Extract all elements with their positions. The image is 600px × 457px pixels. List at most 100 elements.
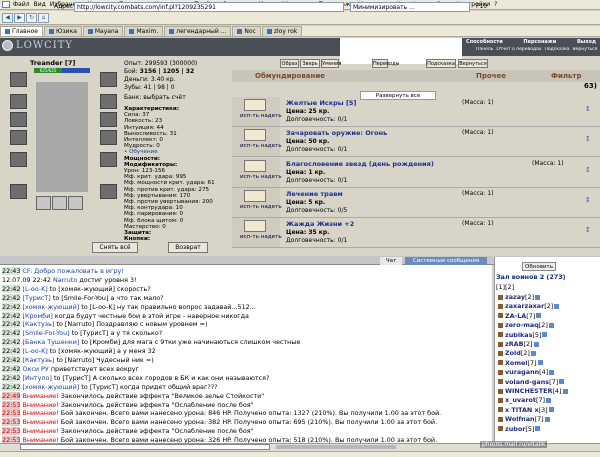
- browser-tab[interactable]: Главное: [0, 26, 43, 36]
- scroll-arrow-icon[interactable]: ↕: [585, 226, 591, 234]
- remove-all-button[interactable]: Снять всё: [92, 242, 138, 253]
- item-name[interactable]: Жажда Жизни +2: [286, 220, 354, 228]
- scroll-arrow-icon[interactable]: ↕: [585, 196, 591, 204]
- room-pages[interactable]: [1][2]: [496, 283, 514, 291]
- user-name[interactable]: x_uvarot: [505, 396, 536, 404]
- chat-timestamp[interactable]: 22:42: [2, 382, 21, 391]
- forward-icon[interactable]: ▶: [14, 13, 25, 23]
- user-name[interactable]: WINCHESTER: [505, 387, 552, 395]
- chat-timestamp[interactable]: 22:53: [2, 418, 21, 427]
- subnav-transfers[interactable]: Отчет о переводах: [496, 47, 541, 55]
- chat-timestamp[interactable]: 22:42: [2, 356, 21, 364]
- user-name[interactable]: zRAB: [505, 340, 523, 348]
- chat-timestamp[interactable]: 22:42: [2, 329, 21, 338]
- tab-system-messages[interactable]: Системные сообщения: [405, 257, 487, 265]
- refresh-icon[interactable]: ↻: [26, 13, 37, 23]
- user-name[interactable]: Xomel: [505, 359, 528, 367]
- info-icon[interactable]: [542, 332, 548, 338]
- chat-timestamp[interactable]: 22:53: [2, 427, 21, 436]
- item-name[interactable]: Лечение травм: [286, 190, 343, 198]
- user-name[interactable]: zero-maq: [505, 321, 539, 329]
- address-input[interactable]: http://lowcity.combats.com/inf.pl?120923…: [74, 2, 344, 12]
- item-image[interactable]: [244, 220, 266, 232]
- item-name[interactable]: Зачаровать оружие: Огонь: [286, 129, 387, 137]
- browser-tab[interactable]: zloy rok: [261, 26, 303, 36]
- chat-nick[interactable]: [Кромби]: [22, 312, 52, 320]
- info-icon[interactable]: [544, 416, 550, 422]
- ring-slot[interactable]: [10, 184, 27, 199]
- menu-item[interactable]: ?: [494, 1, 497, 8]
- chat-timestamp[interactable]: 22:49: [2, 391, 21, 400]
- helmet-slot[interactable]: [10, 72, 27, 87]
- earring-slot[interactable]: [100, 72, 117, 87]
- user-name[interactable]: Zold: [505, 349, 521, 357]
- info-icon[interactable]: [562, 388, 568, 394]
- browser-tab[interactable]: легендарный ...: [164, 26, 232, 36]
- nav-exit[interactable]: Выход: [577, 39, 596, 46]
- info-icon[interactable]: [537, 360, 543, 366]
- chat-timestamp[interactable]: 22:43: [2, 267, 21, 275]
- glove-slot[interactable]: [100, 94, 117, 109]
- info-icon[interactable]: [549, 369, 555, 375]
- user-name[interactable]: Wolfnan: [505, 415, 535, 423]
- expand-all-button[interactable]: Развернуть все: [360, 91, 436, 100]
- subnav-panel[interactable]: Панель: [476, 47, 493, 55]
- user-name[interactable]: vuragann: [505, 368, 539, 376]
- use-link[interactable]: исп-ть надеть: [240, 143, 282, 149]
- header-tab[interactable]: Переводы: [372, 59, 400, 68]
- header-tab[interactable]: Умения: [321, 59, 341, 68]
- chat-nick[interactable]: [L-oo-K]: [22, 285, 47, 293]
- use-link[interactable]: исп-ть надеть: [240, 234, 282, 240]
- chat-nick[interactable]: [Интуло]: [22, 374, 51, 382]
- item-name[interactable]: Благословение звезд (день рождения): [286, 160, 434, 168]
- info-icon[interactable]: [533, 341, 539, 347]
- header-tab[interactable]: Зверь: [300, 59, 320, 68]
- item-image[interactable]: [244, 99, 266, 111]
- use-link[interactable]: исп-ть надеть: [240, 174, 282, 180]
- rune-slot-3[interactable]: [68, 196, 83, 210]
- subnav-hint[interactable]: Подсказка: [545, 47, 570, 55]
- shield-slot[interactable]: [100, 112, 117, 127]
- armor-slot[interactable]: [10, 130, 27, 145]
- home-icon[interactable]: ⌂: [38, 13, 49, 23]
- item-name[interactable]: Желтые Искры [5]: [286, 99, 356, 107]
- chat-input[interactable]: [20, 444, 270, 450]
- chat-timestamp[interactable]: 22:42: [2, 293, 21, 302]
- col-filter[interactable]: Фильтр: [551, 72, 581, 80]
- header-tab[interactable]: Подсказка: [426, 59, 456, 68]
- info-icon[interactable]: [536, 313, 542, 319]
- info-icon[interactable]: [535, 294, 541, 300]
- pants-slot[interactable]: [100, 152, 117, 167]
- bank-link[interactable]: Банк: выбрать счёт: [124, 94, 186, 101]
- nav-characters[interactable]: Персонажи: [523, 39, 556, 46]
- user-name[interactable]: zubikas: [505, 331, 532, 339]
- menu-item[interactable]: Вид: [34, 1, 46, 8]
- boots-slot[interactable]: [100, 184, 117, 199]
- user-name[interactable]: x TITAN x: [505, 406, 539, 414]
- belt-slot[interactable]: [10, 152, 27, 167]
- browser-tab[interactable]: Maxim.: [124, 26, 164, 36]
- header-tab[interactable]: Вернуться: [458, 59, 488, 68]
- chat-nick[interactable]: [L-oo-K]: [22, 347, 47, 355]
- chat-nick[interactable]: [хомяк-жующий]: [22, 383, 79, 391]
- user-name[interactable]: voland-gans: [505, 378, 549, 386]
- chat-timestamp[interactable]: 22:42: [2, 302, 21, 311]
- chat-timestamp[interactable]: 22:42: [2, 284, 21, 293]
- chat-timestamp[interactable]: 22:42: [2, 320, 21, 329]
- user-name[interactable]: zazay: [505, 293, 525, 301]
- item-image[interactable]: [244, 129, 266, 141]
- browser-tab[interactable]: Юзика: [44, 26, 82, 36]
- sword-slot[interactable]: [10, 112, 27, 127]
- tab-chat[interactable]: Чат: [380, 257, 402, 265]
- chat-nick[interactable]: [Кактузь]: [22, 320, 54, 328]
- user-name[interactable]: zubor: [505, 425, 525, 433]
- user-name[interactable]: ZA-LA: [505, 312, 526, 320]
- col-other[interactable]: Прочее: [476, 72, 506, 80]
- chat-timestamp[interactable]: 22:42: [2, 373, 21, 382]
- info-icon[interactable]: [559, 379, 565, 385]
- col-equipment[interactable]: Обмундирование: [255, 72, 325, 80]
- minimize-input[interactable]: Минимизировать ...: [350, 2, 470, 12]
- chat-nick[interactable]: Окси РУ: [22, 365, 48, 373]
- scroll-arrow-icon[interactable]: ↕: [585, 166, 591, 174]
- scroll-arrow-icon[interactable]: ↕: [585, 105, 591, 113]
